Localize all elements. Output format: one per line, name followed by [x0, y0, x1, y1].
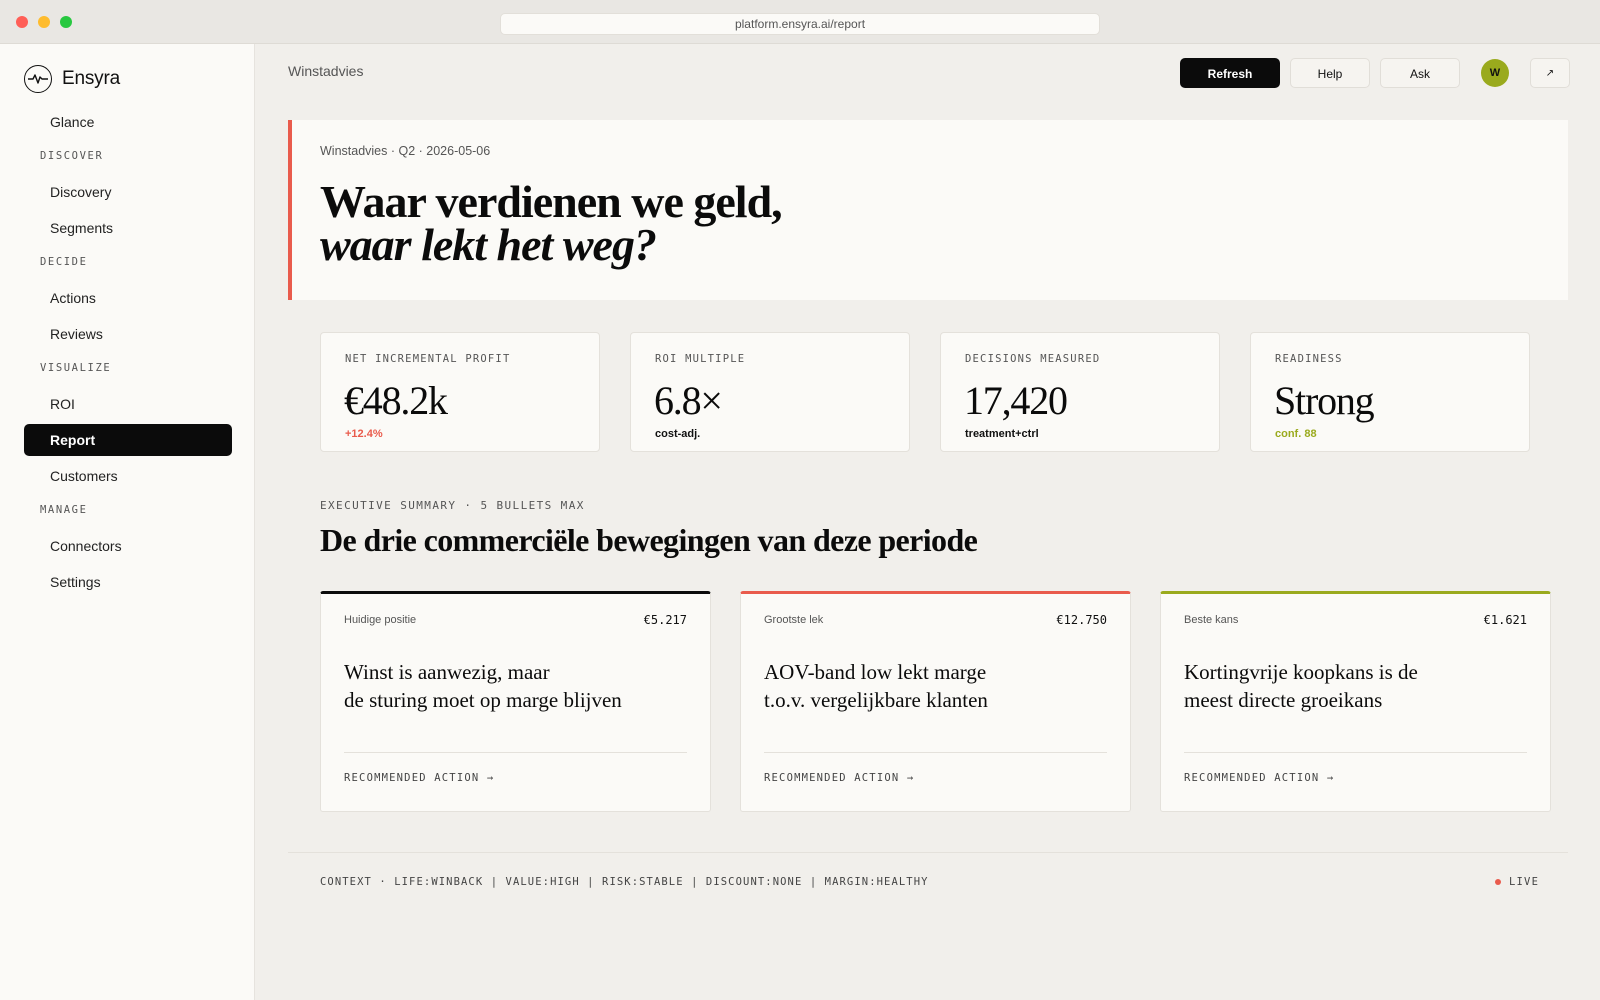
sidebar-item-segments[interactable]: Segments	[24, 212, 232, 244]
divider	[764, 752, 1107, 753]
sidebar-item-report[interactable]: Report	[24, 424, 232, 456]
card-tag: Huidige positie	[344, 614, 417, 626]
divider	[1184, 752, 1527, 753]
kpi-value: 17,420	[964, 378, 1068, 423]
recommended-action-link[interactable]: RECOMMENDED ACTION →	[1184, 772, 1334, 784]
kpi-delta: +12.4%	[345, 428, 383, 440]
card-headline-line-2: de sturing moet op marge blijven	[344, 688, 622, 712]
nav-section-manage: MANAGE	[40, 504, 88, 516]
card-amount: €1.621	[1483, 613, 1527, 627]
card-headline-line-1: Kortingvrije koopkans is de	[1184, 660, 1418, 684]
card-amount: €12.750	[1056, 613, 1107, 627]
footer-divider	[288, 852, 1568, 853]
card-headline-line-2: meest directe groeikans	[1184, 688, 1383, 712]
card-tag: Beste kans	[1184, 614, 1239, 626]
context-tags: CONTEXT · LIFE:WINBACK | VALUE:HIGH | RI…	[320, 876, 929, 888]
sidebar-item-discovery[interactable]: Discovery	[24, 176, 232, 208]
brand-name: Ensyra	[62, 68, 120, 89]
kpi-confidence: conf. 88	[1275, 428, 1317, 440]
kpi-label: DECISIONS MEASURED	[965, 353, 1101, 365]
live-label: LIVE	[1509, 876, 1540, 888]
sidebar-nav: Glance DISCOVER Discovery Segments DECID…	[24, 106, 232, 602]
close-window-button[interactable]	[16, 16, 28, 28]
ask-button[interactable]: Ask	[1380, 58, 1460, 88]
card-headline: Kortingvrije koopkans is de meest direct…	[1184, 658, 1524, 714]
kpi-label: NET INCREMENTAL PROFIT	[345, 353, 511, 365]
kpi-label: ROI MULTIPLE	[655, 353, 746, 365]
card-tag: Grootste lek	[764, 614, 824, 626]
card-headline-line-1: AOV-band low lekt marge	[764, 660, 987, 684]
report-meta: Winstadvies · Q2 · 2026-05-06	[320, 144, 491, 158]
report-hero: Winstadvies · Q2 · 2026-05-06 Waar verdi…	[288, 120, 1568, 300]
card-headline: Winst is aanwezig, maar de sturing moet …	[344, 658, 684, 714]
minimize-window-button[interactable]	[38, 16, 50, 28]
live-indicator: LIVE	[1495, 876, 1539, 888]
section-title: De drie commerciële bewegingen van deze …	[320, 522, 978, 558]
browser-chrome: platform.ensyra.ai/report	[0, 0, 1600, 44]
external-link-icon[interactable]: ↗	[1530, 58, 1570, 88]
card-headline: AOV-band low lekt marge t.o.v. vergelijk…	[764, 658, 1104, 714]
breadcrumb: Winstadvies	[288, 63, 364, 79]
summary-card-current-position: Huidige positie €5.217 Winst is aanwezig…	[320, 591, 711, 812]
brand[interactable]: Ensyra	[24, 64, 120, 94]
card-amount: €5.217	[643, 613, 687, 627]
maximize-window-button[interactable]	[60, 16, 72, 28]
nav-section-discover: DISCOVER	[40, 150, 104, 162]
page-title: Waar verdienen we geld, waar lekt het we…	[320, 179, 783, 270]
avatar[interactable]: W	[1481, 59, 1509, 87]
kpi-card-decisions-measured: DECISIONS MEASURED 17,420 treatment+ctrl	[940, 332, 1220, 452]
kpi-card-roi-multiple: ROI MULTIPLE 6.8× cost-adj.	[630, 332, 910, 452]
pulse-icon	[24, 65, 52, 93]
sidebar-item-customers[interactable]: Customers	[24, 460, 232, 492]
kpi-card-readiness: READINESS Strong conf. 88	[1250, 332, 1530, 452]
kpi-note: cost-adj.	[655, 428, 701, 440]
kpi-note: treatment+ctrl	[965, 428, 1039, 440]
recommended-action-link[interactable]: RECOMMENDED ACTION →	[344, 772, 494, 784]
sidebar-item-actions[interactable]: Actions	[24, 282, 232, 314]
kpi-card-net-incremental-profit: NET INCREMENTAL PROFIT €48.2k +12.4%	[320, 332, 600, 452]
sidebar-item-reviews[interactable]: Reviews	[24, 318, 232, 350]
kpi-value: Strong	[1274, 378, 1375, 423]
kpi-value: 6.8×	[654, 378, 723, 423]
section-label: EXECUTIVE SUMMARY · 5 BULLETS MAX	[320, 499, 585, 512]
kpi-label: READINESS	[1275, 353, 1343, 365]
divider	[344, 752, 687, 753]
url-bar[interactable]: platform.ensyra.ai/report	[500, 13, 1100, 35]
summary-card-biggest-leak: Grootste lek €12.750 AOV-band low lekt m…	[740, 591, 1131, 812]
nav-section-decide: DECIDE	[40, 256, 88, 268]
nav-section-visualize: VISUALIZE	[40, 362, 112, 374]
help-button[interactable]: Help	[1290, 58, 1370, 88]
sidebar-item-connectors[interactable]: Connectors	[24, 530, 232, 562]
sidebar-item-glance[interactable]: Glance	[24, 106, 232, 138]
summary-card-best-opportunity: Beste kans €1.621 Kortingvrije koopkans …	[1160, 591, 1551, 812]
card-headline-line-1: Winst is aanwezig, maar	[344, 660, 550, 684]
live-dot-icon	[1495, 879, 1501, 885]
kpi-value: €48.2k	[344, 378, 448, 423]
refresh-button[interactable]: Refresh	[1180, 58, 1280, 88]
recommended-action-link[interactable]: RECOMMENDED ACTION →	[764, 772, 914, 784]
sidebar-item-roi[interactable]: ROI	[24, 388, 232, 420]
sidebar: Ensyra Glance DISCOVER Discovery Segment…	[0, 44, 255, 1000]
sidebar-item-settings[interactable]: Settings	[24, 566, 232, 598]
card-headline-line-2: t.o.v. vergelijkbare klanten	[764, 688, 988, 712]
page-title-line-2: waar lekt het weg?	[320, 219, 657, 270]
